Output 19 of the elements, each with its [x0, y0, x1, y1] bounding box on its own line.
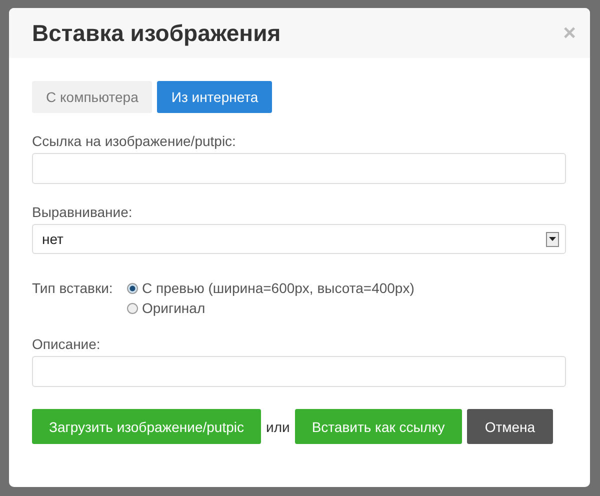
action-button[interactable]: Вставить как ссылку: [294, 409, 462, 444]
field-label: Тип вставки:: [32, 280, 114, 298]
field-label: Выравнивание:: [32, 204, 134, 220]
radio-label: Оригинал: [142, 300, 206, 316]
cancel-button[interactable]: Отмена: [466, 409, 554, 444]
radio-button[interactable]: [127, 282, 138, 294]
field-label: Описание:: [32, 336, 102, 352]
action-button[interactable]: Загрузить изображение/putpic: [32, 409, 262, 444]
radio-label: С превью (ширина=600px, высота=400px): [142, 280, 414, 296]
input-field[interactable]: [32, 356, 566, 387]
dialog-title: Вставка изображения: [32, 20, 281, 46]
dropdown-value: нет: [42, 231, 64, 247]
tab[interactable]: С компьютера: [32, 81, 152, 113]
or-text: или: [266, 418, 290, 434]
dropdown[interactable]: нет: [32, 224, 566, 254]
radio-button[interactable]: [127, 302, 138, 314]
tab[interactable]: Из интернета: [157, 81, 272, 113]
input-field[interactable]: [32, 153, 566, 184]
field-label: Ссылка на изображение/putpic:: [32, 133, 237, 149]
